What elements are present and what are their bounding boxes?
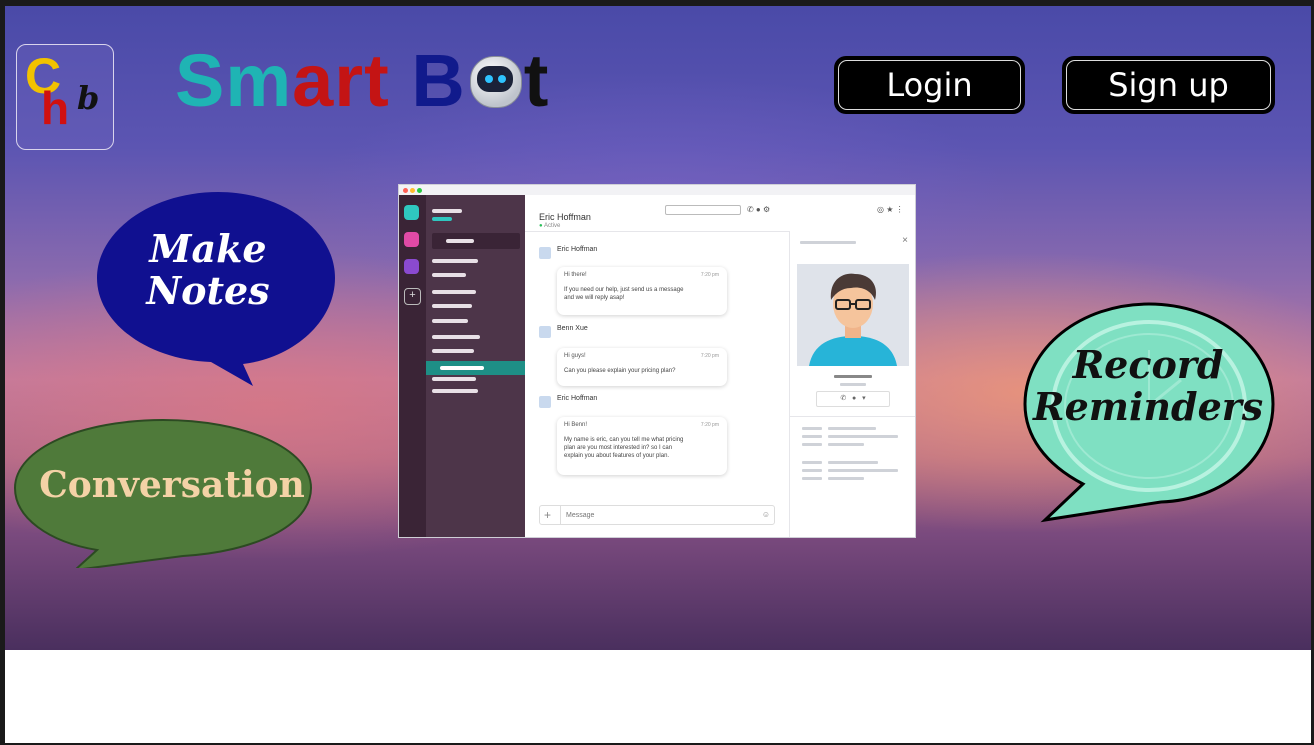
brand-title: Smart B t: [175, 44, 549, 118]
message-greeting: Hi Benn!: [564, 422, 588, 428]
notes-line-2: Notes: [146, 267, 270, 313]
message-line: If you need our help, just send us a mes…: [564, 287, 684, 293]
phone-icon: ✆ ● ⚙: [747, 205, 771, 214]
chat-message: Hi Benn! 7:20 pm My name is eric, can yo…: [557, 417, 727, 475]
profile-actions: ✆ ● ▾: [816, 391, 890, 407]
chat-status: ● Active: [539, 223, 561, 229]
message-author: Eric Hoffman: [557, 246, 598, 253]
close-icon: ×: [902, 235, 908, 246]
logo-letter-h: h: [41, 82, 70, 134]
brand-part-art: art: [292, 39, 390, 122]
message-author: Eric Hoffman: [557, 395, 598, 402]
brand-part-t: t: [523, 39, 550, 122]
message-line: explain you about features of your plan.: [564, 453, 670, 460]
author-avatar: [539, 326, 551, 338]
author-avatar: [539, 247, 551, 259]
notes-line-1: Make: [149, 226, 267, 271]
robot-icon: [468, 54, 522, 110]
workspace-rail: +: [399, 195, 426, 537]
author-avatar: [539, 396, 551, 408]
hero-banner: C h b Smart B t Login Sign up Make Notes: [5, 6, 1311, 650]
brand-part-sm: Sm: [175, 39, 293, 122]
message-time: 7:20 pm: [700, 422, 719, 428]
message-line: and we will reply asap!: [564, 295, 625, 302]
selected-channel-highlight: [426, 361, 525, 375]
brand-part-b: B: [411, 39, 466, 122]
window-titlebar: [399, 185, 915, 195]
message-author: Benn Xue: [557, 325, 588, 332]
conversation-bubble-text: Conversation: [39, 464, 305, 506]
message-input[interactable]: [566, 509, 736, 521]
maximize-dot-icon: [417, 188, 422, 193]
minimize-dot-icon: [410, 188, 415, 193]
login-button-label: Login: [838, 60, 1021, 110]
message-line: My name is eric, can you tell me what pr…: [564, 437, 684, 443]
signup-button-label: Sign up: [1066, 60, 1271, 110]
workspace-pink-icon: [404, 232, 419, 247]
chat-message: Hi there! 7:20 pm If you need our help, …: [557, 267, 727, 315]
search-input: [665, 205, 741, 215]
message-time: 7:20 pm: [700, 353, 719, 359]
message-line: Can you please explain your pricing plan…: [564, 368, 676, 374]
page-frame: C h b Smart B t Login Sign up Make Notes: [5, 6, 1311, 743]
reminders-bubble-text: Record Reminders: [1033, 344, 1263, 428]
logo[interactable]: C h b: [16, 44, 114, 150]
reminders-line-2: Reminders: [1033, 383, 1264, 429]
login-button[interactable]: Login: [834, 56, 1025, 114]
app-preview-screenshot: + Eric Hoffman ● Active Eric Hoffman Hi …: [399, 185, 915, 537]
message-line: plan are you most interested in? so I ca…: [564, 445, 673, 452]
notes-bubble-text: Make Notes: [123, 228, 293, 312]
signup-button[interactable]: Sign up: [1062, 56, 1275, 114]
message-greeting: Hi guys!: [564, 353, 586, 359]
close-dot-icon: [403, 188, 408, 193]
profile-panel: × ✆ ● ▾: [789, 231, 915, 537]
logo-letter-b: b: [77, 79, 100, 117]
chat-status-text: Active: [543, 223, 561, 229]
profile-photo: [797, 264, 909, 366]
workspace-purple-icon: [404, 259, 419, 274]
star-icon: ◎ ★ ⋮: [877, 205, 904, 214]
emoji-icon[interactable]: ☺: [762, 510, 770, 519]
message-time: 7:20 pm: [700, 272, 719, 278]
message-greeting: Hi there!: [564, 272, 587, 278]
message-composer[interactable]: + ☺: [539, 505, 775, 525]
reminders-line-1: Record: [1072, 342, 1224, 387]
chat-message: Hi guys! 7:20 pm Can you please explain …: [557, 348, 727, 386]
add-workspace-icon: +: [404, 288, 421, 305]
attach-plus-icon[interactable]: +: [544, 508, 551, 522]
workspace-teal-icon: [404, 205, 419, 220]
chat-panel: Eric Hoffman ● Active Eric Hoffman Hi th…: [525, 195, 789, 537]
chat-title: Eric Hoffman: [539, 212, 591, 222]
